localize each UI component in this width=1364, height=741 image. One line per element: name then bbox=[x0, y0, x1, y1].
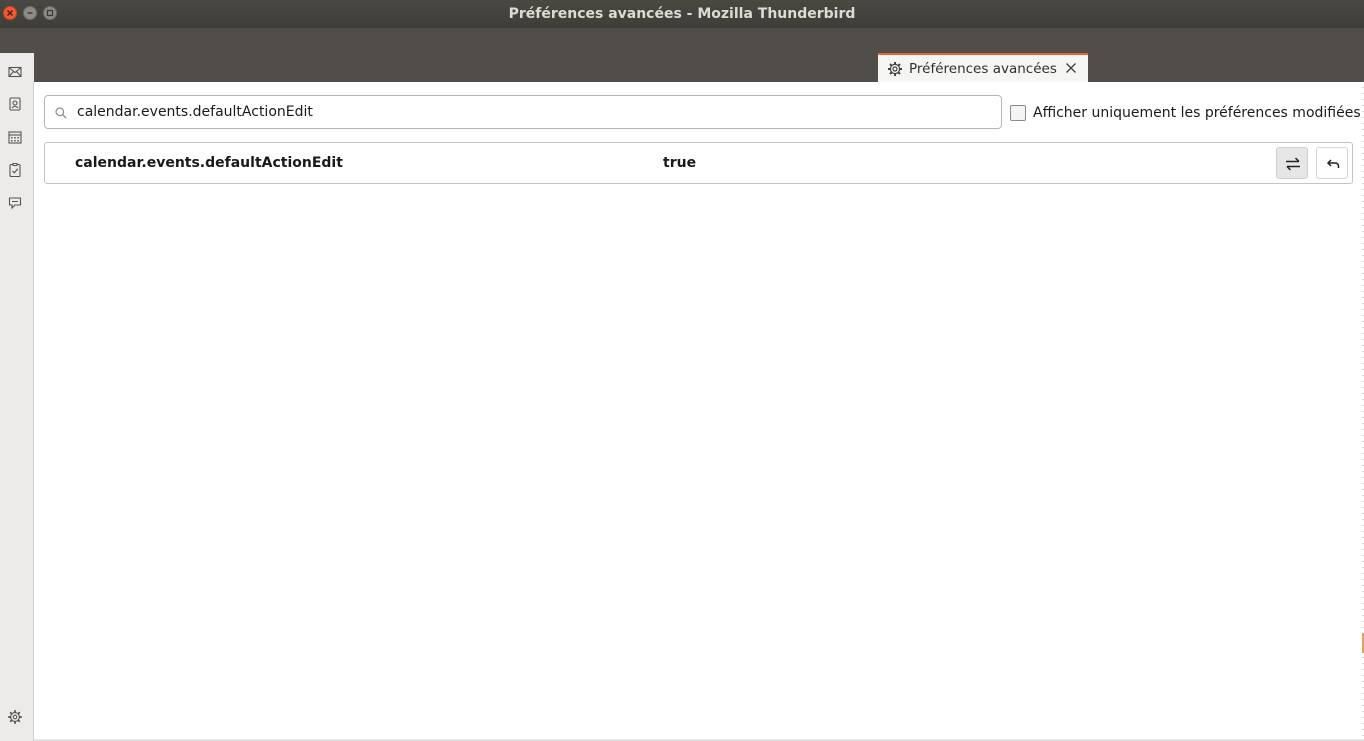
show-modified-only-label[interactable]: Afficher uniquement les préférences modi… bbox=[1033, 105, 1361, 121]
title-bar: Préférences avancées - Mozilla Thunderbi… bbox=[0, 0, 1364, 28]
search-box[interactable] bbox=[44, 95, 1002, 129]
chat-icon[interactable] bbox=[7, 195, 23, 211]
search-icon bbox=[55, 107, 67, 119]
show-modified-only-checkbox[interactable] bbox=[1010, 105, 1026, 121]
app-window: Préférences avancées - Mozilla Thunderbi… bbox=[0, 0, 1364, 741]
tab-advanced-preferences[interactable]: Préférences avancées bbox=[878, 53, 1088, 83]
address-book-icon[interactable] bbox=[7, 96, 23, 112]
mail-icon[interactable] bbox=[7, 64, 23, 80]
gear-icon bbox=[888, 62, 902, 76]
preferences-table: calendar.events.defaultActionEdit true bbox=[44, 142, 1353, 184]
spaces-toolbar bbox=[0, 66, 34, 741]
calendar-icon[interactable] bbox=[7, 129, 23, 145]
reset-button[interactable] bbox=[1316, 147, 1348, 179]
search-input[interactable] bbox=[77, 96, 987, 128]
advanced-preferences-page: Afficher uniquement les préférences modi… bbox=[34, 82, 1364, 741]
pref-value: true bbox=[663, 155, 697, 171]
tasks-icon[interactable] bbox=[7, 162, 23, 178]
undo-icon bbox=[1326, 159, 1340, 168]
toggle-arrows-icon bbox=[1286, 157, 1300, 171]
pref-name: calendar.events.defaultActionEdit bbox=[75, 155, 343, 171]
tab-label: Préférences avancées bbox=[909, 61, 1057, 77]
close-icon[interactable] bbox=[1064, 61, 1078, 75]
show-modified-only-toggle[interactable]: Afficher uniquement les préférences modi… bbox=[1010, 104, 1361, 122]
table-row[interactable]: calendar.events.defaultActionEdit true bbox=[45, 143, 1352, 183]
toggle-button[interactable] bbox=[1276, 147, 1308, 179]
tab-strip: Préférences avancées bbox=[0, 28, 1364, 83]
window-title: Préférences avancées - Mozilla Thunderbi… bbox=[508, 6, 856, 22]
gear-icon[interactable] bbox=[7, 709, 23, 725]
